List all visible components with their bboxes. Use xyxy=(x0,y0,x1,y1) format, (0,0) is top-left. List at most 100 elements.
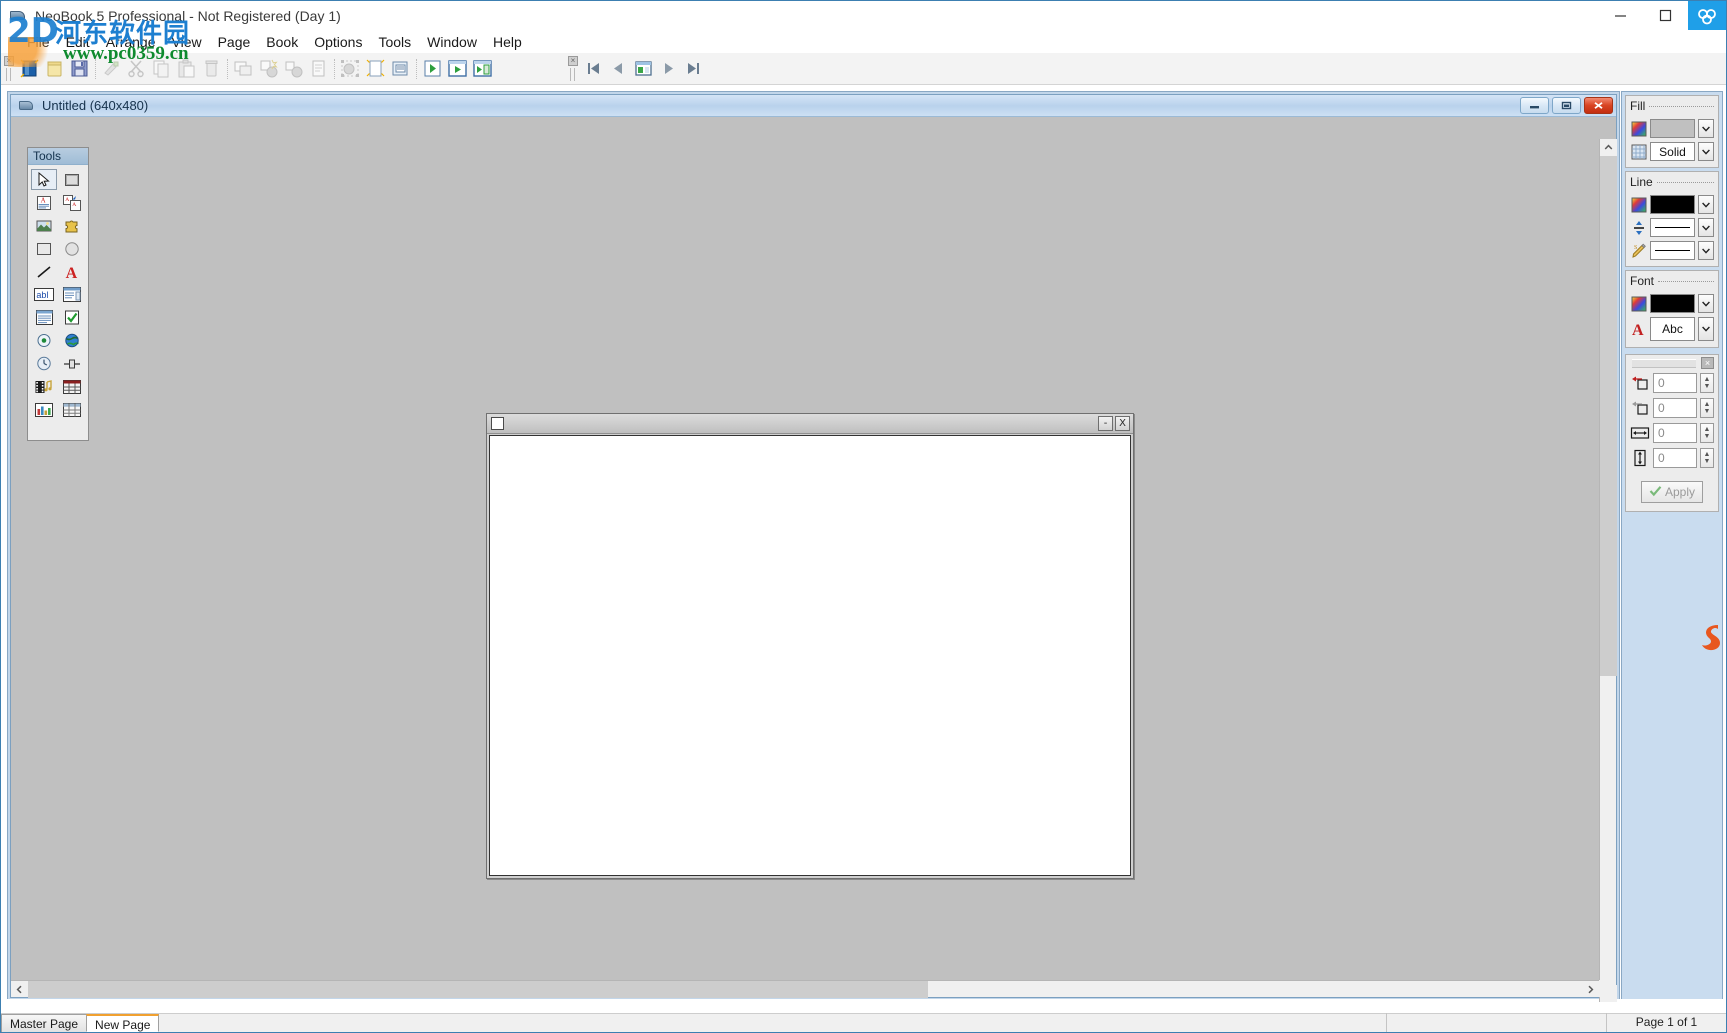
ellipse-tool[interactable] xyxy=(59,238,85,259)
listbox-tool[interactable] xyxy=(59,284,85,305)
minimize-icon[interactable] xyxy=(1520,97,1549,114)
system-menu-icon[interactable] xyxy=(491,417,504,430)
shape-tool[interactable] xyxy=(59,169,85,190)
chevron-down-icon[interactable] xyxy=(1698,195,1714,214)
close-icon[interactable]: X xyxy=(1115,416,1130,431)
scroll-right-icon[interactable] xyxy=(1582,981,1599,998)
rectangle-tool[interactable] xyxy=(31,238,57,259)
apply-button[interactable]: Apply xyxy=(1641,481,1703,503)
copy-icon[interactable] xyxy=(149,56,174,82)
height-field[interactable]: 0 xyxy=(1653,448,1697,468)
page-canvas[interactable] xyxy=(489,435,1131,876)
line-style-pencil-icon[interactable]: S xyxy=(1630,242,1647,259)
chart-tool[interactable] xyxy=(31,399,57,420)
chevron-down-icon[interactable] xyxy=(1698,317,1714,341)
delete-icon[interactable] xyxy=(199,56,224,82)
close-icon[interactable] xyxy=(1584,97,1613,114)
paste-icon[interactable] xyxy=(174,56,199,82)
pointer-tool[interactable] xyxy=(31,169,57,190)
vertical-scrollbar[interactable] xyxy=(1599,139,1617,1002)
width-field[interactable]: 0 xyxy=(1653,423,1697,443)
duplicate-icon[interactable] xyxy=(231,56,256,82)
article-tool[interactable]: A xyxy=(31,192,57,213)
run-from-page-icon[interactable] xyxy=(470,56,495,82)
previous-page-icon[interactable] xyxy=(606,56,631,82)
page-design-window[interactable]: - X xyxy=(486,413,1134,879)
line-width-icon[interactable] xyxy=(1630,219,1647,236)
chevron-down-icon[interactable] xyxy=(1698,294,1714,313)
linked-article-tool[interactable]: A A xyxy=(59,192,85,213)
cut-icon[interactable] xyxy=(124,56,149,82)
menu-file[interactable]: File xyxy=(19,32,58,52)
letter-a-red-icon[interactable]: A xyxy=(1630,321,1647,338)
geometry-panel-grip[interactable] xyxy=(1632,359,1696,368)
chevron-down-icon[interactable] xyxy=(1698,218,1714,237)
web-browser-tool[interactable] xyxy=(59,330,85,351)
menu-tools[interactable]: Tools xyxy=(370,32,419,52)
menu-help[interactable]: Help xyxy=(485,32,530,52)
close-icon[interactable]: × xyxy=(568,55,578,66)
menu-arrange[interactable]: Arrange xyxy=(98,32,164,52)
close-icon[interactable]: × xyxy=(1701,357,1714,369)
line-width-value[interactable] xyxy=(1650,218,1695,237)
open-book-icon[interactable] xyxy=(42,56,67,82)
color-wheel-icon[interactable] xyxy=(1630,196,1647,213)
vertical-scroll-thumb[interactable] xyxy=(1600,156,1617,676)
font-color-swatch[interactable] xyxy=(1650,294,1695,313)
chevron-down-icon[interactable] xyxy=(1698,241,1714,260)
horizontal-scrollbar[interactable] xyxy=(11,980,1599,998)
first-page-icon[interactable] xyxy=(581,56,606,82)
slider-tool[interactable] xyxy=(59,353,85,374)
textentry-tool[interactable]: abl xyxy=(31,284,57,305)
scroll-left-icon[interactable] xyxy=(11,981,28,998)
maximize-icon[interactable] xyxy=(1643,1,1688,30)
memo-tool[interactable] xyxy=(31,307,57,328)
tab-new-page[interactable]: New Page xyxy=(86,1014,160,1032)
plugin-tool[interactable] xyxy=(59,215,85,236)
minimize-icon[interactable] xyxy=(1598,1,1643,30)
properties-icon[interactable] xyxy=(306,56,331,82)
radiobutton-tool[interactable] xyxy=(31,330,57,351)
nav-toolbar-grip[interactable]: × xyxy=(567,55,579,82)
checkbox-tool[interactable] xyxy=(59,307,85,328)
line-style-value[interactable] xyxy=(1650,241,1695,260)
page-thumb-icon[interactable] xyxy=(631,56,656,82)
close-icon[interactable]: × xyxy=(4,55,14,66)
position-left-field[interactable]: 0 xyxy=(1653,373,1697,393)
menu-options[interactable]: Options xyxy=(306,32,370,52)
text-tool[interactable]: A xyxy=(59,261,85,282)
run-icon[interactable] xyxy=(420,56,445,82)
fill-color-swatch[interactable] xyxy=(1650,119,1695,138)
restore-icon[interactable] xyxy=(1552,97,1581,114)
font-face-value[interactable]: Abc xyxy=(1650,317,1695,341)
format-painter-icon[interactable] xyxy=(99,56,124,82)
run-page-icon[interactable] xyxy=(445,56,470,82)
position-left-stepper[interactable]: ▲ ▼ xyxy=(1700,373,1714,393)
menu-page[interactable]: Page xyxy=(210,32,259,52)
timer-tool[interactable] xyxy=(31,353,57,374)
table-tool[interactable] xyxy=(59,399,85,420)
menu-window[interactable]: Window xyxy=(419,32,485,52)
toolbar-grip[interactable]: × xyxy=(3,55,15,82)
new-book-icon[interactable] xyxy=(17,56,42,82)
menu-view[interactable]: View xyxy=(164,32,210,52)
horizontal-scroll-thumb[interactable] xyxy=(28,981,928,998)
page-properties-icon[interactable] xyxy=(388,56,413,82)
minimize-icon[interactable]: - xyxy=(1098,416,1113,431)
line-tool[interactable] xyxy=(31,261,57,282)
media-tool[interactable] xyxy=(31,376,57,397)
menu-edit[interactable]: Edit xyxy=(58,32,98,52)
ungroup-icon[interactable] xyxy=(281,56,306,82)
menu-book[interactable]: Book xyxy=(258,32,306,52)
save-book-icon[interactable] xyxy=(67,56,92,82)
tab-master-page[interactable]: Master Page xyxy=(1,1014,88,1032)
line-color-swatch[interactable] xyxy=(1650,195,1695,214)
color-wheel-icon[interactable] xyxy=(1630,295,1647,312)
chevron-down-icon[interactable] xyxy=(1698,142,1714,161)
fill-pattern-value[interactable]: Solid xyxy=(1650,142,1695,161)
new-page-icon[interactable] xyxy=(363,56,388,82)
hatch-pattern-icon[interactable] xyxy=(1630,143,1647,160)
scroll-up-icon[interactable] xyxy=(1600,139,1617,156)
group-icon[interactable] xyxy=(256,56,281,82)
width-stepper[interactable]: ▲ ▼ xyxy=(1700,423,1714,443)
